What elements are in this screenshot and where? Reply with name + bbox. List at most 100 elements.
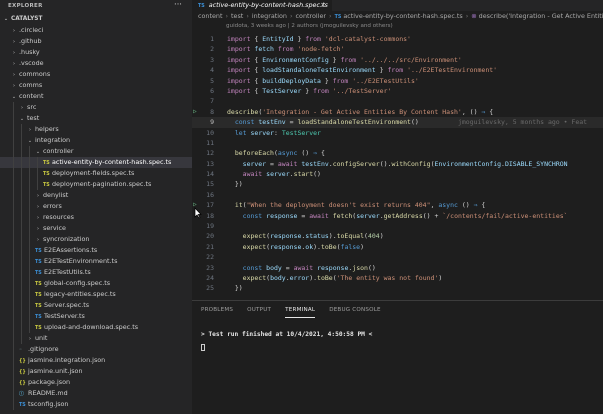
tree-folder-test[interactable]: ⌄ test [0, 113, 192, 124]
code-line[interactable]: 11 [192, 138, 603, 148]
panel-tab-debug-console[interactable]: DEBUG CONSOLE [329, 301, 381, 320]
code-line[interactable]: 5 import { buildDeployData } from '../E2E… [192, 76, 603, 86]
tree-file-package-json[interactable]: {} package.json [0, 377, 192, 388]
tree-folder--circleci[interactable]: › .circleci [0, 25, 192, 36]
indent-guide [21, 234, 22, 245]
tree-file-upload-and-download-spec-ts[interactable]: TS upload-and-download.spec.ts [0, 322, 192, 333]
editor-tab-active[interactable]: TS active-entity-by-content-hash.spec.ts … [192, 0, 332, 11]
indent-guide [21, 146, 22, 157]
indent-guide [13, 300, 14, 311]
tree-folder-controller[interactable]: ⌄ controller [0, 146, 192, 157]
code-line[interactable]: 6 import { TestServer } from '../TestServ… [192, 86, 603, 96]
code-line[interactable]: 3 import { EnvironmentConfig } from '../.… [192, 55, 603, 65]
code-line[interactable]: 24 expect(body.error).toBe('The entity w… [192, 273, 603, 283]
code-token: from [387, 66, 404, 75]
code-line[interactable]: 12 beforeEach(async () ⇒ { [192, 148, 603, 158]
tree-folder-comms[interactable]: › comms [0, 80, 192, 91]
tree-file-legacy-entities-spec-ts[interactable]: TS legacy-entities.spec.ts [0, 289, 192, 300]
line-number: 9 [210, 118, 214, 127]
tree-folder-errors[interactable]: › errors [0, 201, 192, 212]
tree-file-global-config-spec-ts[interactable]: TS global-config.spec.ts [0, 278, 192, 289]
tree-folder--husky[interactable]: › .husky [0, 47, 192, 58]
tree-file-e2eassertions-ts[interactable]: TS E2EAssertions.ts [0, 245, 192, 256]
indent-guide [29, 245, 30, 256]
tree-folder-catalyst[interactable]: ⌄ CATALYST [0, 14, 192, 25]
code-token: DISABLE_SYNCHRON [504, 159, 568, 168]
panel-tab-output[interactable]: OUTPUT [247, 301, 271, 320]
tree-folder-unit[interactable]: › unit [0, 333, 192, 344]
more-actions-icon[interactable]: ··· [174, 1, 182, 8]
indent-guide [13, 157, 14, 168]
code-line[interactable]: 22 [192, 252, 603, 262]
codelens-blame[interactable]: guidota, 3 weeks ago | 2 authors (jmogui… [192, 22, 603, 31]
code-line[interactable]: 18 const response = await fetch(server.g… [192, 211, 603, 221]
breadcrumb-item[interactable]: active-entity-by-content-hash.spec.ts [343, 12, 462, 20]
tree-file-tsconfig-json[interactable]: TS tsconfig.json [0, 399, 192, 410]
code-line[interactable]: ▷ 8 describe('Integration - Get Active Ent… [192, 107, 603, 117]
tree-folder-resources[interactable]: › resources [0, 212, 192, 223]
code-line[interactable]: 20 expect(response.status).toEqual(404) [192, 231, 603, 241]
code-token: configServer [332, 159, 380, 168]
code-line[interactable]: 7 [192, 96, 603, 106]
tree-file-deployment-pagination-spec-ts[interactable]: TS deployment-pagination.spec.ts [0, 179, 192, 190]
line-number: 3 [210, 55, 214, 64]
tree-folder--github[interactable]: › .github [0, 36, 192, 47]
close-tab-icon[interactable]: × [320, 0, 326, 11]
tree-file-e2etestenvironment-ts[interactable]: TS E2ETestEnvironment.ts [0, 256, 192, 267]
tree-file--gitignore[interactable]: ◦ .gitignore [0, 344, 192, 355]
code-line[interactable]: 15 }) [192, 179, 603, 189]
panel-tab-problems[interactable]: PROBLEMS [201, 301, 233, 320]
panel-tab-terminal[interactable]: TERMINAL [285, 301, 316, 320]
tree-folder-src[interactable]: › src [0, 102, 192, 113]
code-line[interactable]: 4 import { loadStandaloneTestEnvironment … [192, 65, 603, 75]
breadcrumb-item[interactable]: test [231, 12, 243, 20]
tree-item-label: .husky [19, 48, 40, 56]
code-line[interactable]: 25 }) [192, 283, 603, 293]
code-line[interactable]: 19 [192, 221, 603, 231]
code-line[interactable]: 21 expect(response.ok).toBe(false) [192, 242, 603, 252]
code-line[interactable]: 10 let server: TestServer [192, 128, 603, 138]
code-line[interactable]: 9 const testEnv = loadStandaloneTestEnvi… [192, 117, 603, 128]
tree-file-server-spec-ts[interactable]: TS Server.spec.ts [0, 300, 192, 311]
typescript-file-icon: TS [198, 4, 205, 9]
chevron-down-icon[interactable]: ⌄ [3, 14, 9, 25]
indent-guide [29, 157, 30, 168]
indent-guide [21, 245, 22, 256]
breadcrumb-item[interactable]: describe('Integration - Get Active Entit… [479, 12, 603, 20]
code-text: import { EntityId } from 'dcl-catalyst-c… [227, 34, 411, 44]
code-line[interactable]: 1 import { EntityId } from 'dcl-catalyst-… [192, 34, 603, 44]
tree-folder-commons[interactable]: › commons [0, 69, 192, 80]
tree-folder-integration[interactable]: ⌄ integration [0, 135, 192, 146]
breadcrumb-item[interactable]: controller [296, 12, 327, 20]
tree-folder-helpers[interactable]: › helpers [0, 124, 192, 135]
terminal[interactable]: > Test run finished at 10/4/2021, 4:50:5… [192, 331, 603, 351]
indent-guide [21, 223, 22, 234]
code-editor[interactable]: 1 import { EntityId } from 'dcl-catalyst-… [192, 34, 603, 300]
code-line[interactable]: 14 await server.start() [192, 169, 603, 179]
tree-file-jasmine-unit-json[interactable]: {} jasmine.unit.json [0, 366, 192, 377]
code-line[interactable]: ▷ 17 it("When the deployment doesn't exis… [192, 200, 603, 210]
code-line[interactable]: 16 [192, 190, 603, 200]
breadcrumb-item[interactable]: integration [252, 12, 287, 20]
tree-folder-content[interactable]: ⌄ content [0, 91, 192, 102]
tree-item-label: tsconfig.json [28, 400, 69, 408]
tree-file-testserver-ts[interactable]: TS TestServer.ts [0, 311, 192, 322]
tree-folder-service[interactable]: › service [0, 223, 192, 234]
indent-guide [13, 322, 14, 333]
tree-folder--vscode[interactable]: › .vscode [0, 58, 192, 69]
code-line[interactable]: 23 const body = await response.json() [192, 263, 603, 273]
code-line[interactable]: 2 import fetch from 'node-fetch' [192, 44, 603, 54]
code-token: loadStandaloneTestEnvironment [262, 66, 376, 75]
tree-file-deployment-fields-spec-ts[interactable]: TS deployment-fields.spec.ts [0, 168, 192, 179]
tree-file-jasmine-integration-json[interactable]: {} jasmine.integration.json [0, 355, 192, 366]
tree-file-readme-md[interactable]: ⓘ README.md [0, 388, 192, 399]
code-line[interactable]: 13 server = await testEnv.configServer()… [192, 159, 603, 169]
tree-file-e2etestutils-ts[interactable]: TS E2ETestUtils.ts [0, 267, 192, 278]
line-number: 23 [206, 263, 214, 272]
indent-guide [21, 289, 22, 300]
breadcrumb-item[interactable]: content [198, 12, 222, 20]
tree-folder-denylist[interactable]: › denylist [0, 190, 192, 201]
code-token: () [297, 149, 314, 158]
tree-folder-syncronization[interactable]: › syncronization [0, 234, 192, 245]
tree-file-active-entity-by-content-hash-spec-ts[interactable]: TS active-entity-by-content-hash.spec.ts [0, 157, 192, 168]
